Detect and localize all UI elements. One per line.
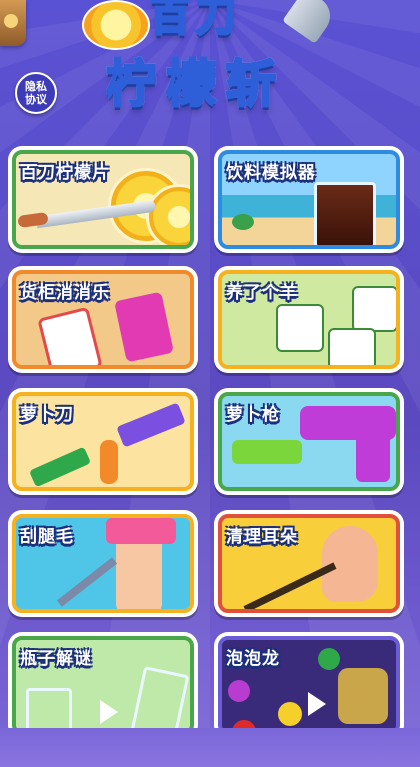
- app-corner-icon[interactable]: [0, 0, 26, 46]
- game-card-label: 百刀柠檬片: [20, 163, 110, 183]
- title-line-2: 柠檬斩: [105, 44, 286, 116]
- game-card-label: 瓶子解谜: [20, 649, 92, 669]
- glove-tile-icon: [276, 304, 324, 352]
- bottom-bar: [0, 728, 420, 767]
- game-card-label: 清理耳朵: [226, 527, 298, 547]
- grape-can-icon: [114, 291, 174, 363]
- stump-tile-icon: [352, 286, 396, 332]
- game-card-label: 养了个羊: [226, 283, 298, 303]
- peach-can-icon: [37, 306, 103, 365]
- game-card-label: 泡泡龙: [226, 649, 280, 669]
- game-card-label: 刮腿毛: [20, 527, 74, 547]
- game-card-label: 饮料模拟器: [226, 163, 316, 183]
- title-line-1: 百刀: [149, 0, 242, 42]
- game-card-bubble-dragon[interactable]: 泡泡龙: [214, 632, 404, 728]
- game-card-label: 货柜消消乐: [20, 283, 110, 303]
- game-title-logo: 百刀 柠檬斩: [82, 0, 340, 120]
- privacy-policy-label: 隐私 协议: [25, 80, 47, 106]
- fire-tile-icon: [328, 328, 376, 365]
- razor-icon: [56, 557, 118, 607]
- drink-glass-icon: [314, 182, 376, 245]
- game-card-sheep[interactable]: 养了个羊: [214, 266, 404, 373]
- play-icon: [308, 692, 326, 716]
- privacy-policy-button[interactable]: 隐私 协议: [15, 72, 57, 114]
- game-card-radish-gun[interactable]: 萝卜枪: [214, 388, 404, 495]
- game-card-bottle-puzzle[interactable]: 瓶子解谜: [8, 632, 198, 728]
- game-card-shelf-match[interactable]: 货柜消消乐: [8, 266, 198, 373]
- game-card-ear-clean[interactable]: 清理耳朵: [214, 510, 404, 617]
- game-card-label: 萝卜枪: [226, 405, 280, 425]
- game-card-label: 萝卜刀: [20, 405, 74, 425]
- game-card-radish-knife[interactable]: 萝卜刀: [8, 388, 198, 495]
- knife-icon: [282, 0, 338, 44]
- lemon-slice-icon: [82, 0, 150, 50]
- game-list[interactable]: 百刀柠檬片 饮料模拟器 货柜消消乐 养了个羊 萝卜刀 萝卜枪 刮腿毛 清理耳朵 …: [0, 142, 420, 728]
- game-card-lemon-slice[interactable]: 百刀柠檬片: [8, 146, 198, 253]
- bubble-launcher-icon: [338, 668, 388, 724]
- play-icon: [100, 700, 118, 724]
- game-card-leg-shave[interactable]: 刮腿毛: [8, 510, 198, 617]
- game-card-drink-simulator[interactable]: 饮料模拟器: [214, 146, 404, 253]
